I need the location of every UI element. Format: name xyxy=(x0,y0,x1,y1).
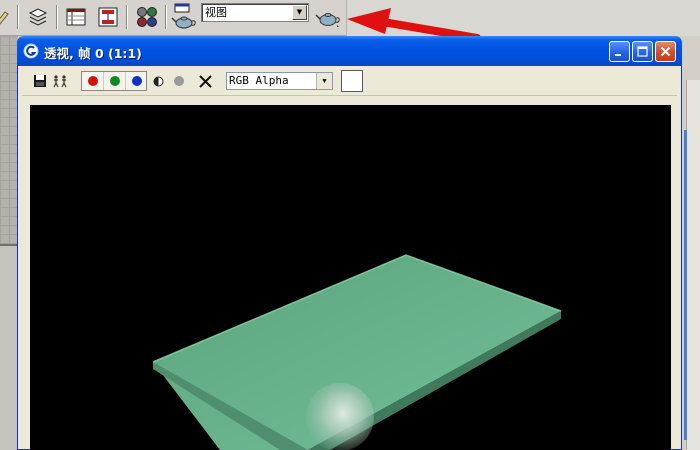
channel-display-dropdown[interactable]: RGB Alpha ▼ xyxy=(226,72,333,90)
alpha-channel-button[interactable] xyxy=(171,71,187,91)
clear-button[interactable] xyxy=(196,71,214,91)
schematic-view-icon xyxy=(98,7,118,27)
viewport-strip xyxy=(0,36,18,450)
close-button[interactable] xyxy=(655,41,676,62)
clone-window-button[interactable] xyxy=(50,71,70,91)
blue-dot-icon xyxy=(132,76,142,86)
toolbar-separator xyxy=(165,5,167,29)
green-dot-icon xyxy=(109,76,120,86)
toolbar-separator xyxy=(17,5,19,29)
glass-sphere xyxy=(306,383,374,450)
title-bar[interactable]: 透视, 帧 0 (1:1) xyxy=(17,36,682,66)
gray-dot-icon xyxy=(174,76,184,86)
pixel-color-swatch[interactable] xyxy=(341,70,363,92)
channel-display-value: RGB Alpha xyxy=(229,74,289,87)
render-type-value: 视图 xyxy=(205,6,227,19)
half-circle-icon xyxy=(153,76,163,86)
close-x-icon xyxy=(198,74,212,88)
minimize-button[interactable] xyxy=(609,41,630,62)
command-panel-rollout xyxy=(684,130,700,440)
blue-channel-button[interactable] xyxy=(126,72,148,90)
quick-render-button[interactable] xyxy=(314,4,342,30)
maximize-button[interactable] xyxy=(632,41,653,62)
viewport-grid xyxy=(0,36,18,244)
viewport-border xyxy=(0,244,18,246)
quick-render-teapot-icon xyxy=(315,13,340,27)
render-scene-icon xyxy=(171,3,196,29)
green-channel-button[interactable] xyxy=(104,72,126,90)
toolbar-separator xyxy=(126,5,128,29)
render-canvas xyxy=(30,105,671,450)
save-disk-icon xyxy=(34,75,46,87)
track-view-icon xyxy=(66,8,86,26)
red-dot-icon xyxy=(87,76,98,86)
window-title: 透视, 帧 0 (1:1) xyxy=(44,46,142,61)
track-view-button[interactable] xyxy=(62,4,90,30)
close-icon xyxy=(660,46,671,57)
toolbar-separator xyxy=(56,5,58,29)
chevron-down-icon[interactable]: ▼ xyxy=(316,73,332,89)
frame-buffer-toolbar: RGB Alpha ▼ xyxy=(22,66,677,96)
monochrome-button[interactable] xyxy=(150,71,166,91)
clone-figures-icon xyxy=(53,75,67,88)
material-editor-button[interactable] xyxy=(133,4,161,30)
max-app-icon xyxy=(23,43,39,59)
layer-manager-button[interactable] xyxy=(24,4,52,30)
layer-manager-icon xyxy=(28,8,48,26)
rendered-scene xyxy=(152,254,562,450)
schematic-view-button[interactable] xyxy=(94,4,122,30)
render-scene-button[interactable] xyxy=(170,3,198,30)
red-channel-button[interactable] xyxy=(82,72,104,90)
maximize-icon xyxy=(637,46,648,57)
pencil-icon[interactable] xyxy=(0,4,12,30)
render-frame-window: 透视, 帧 0 (1:1) RGB Alpha ▼ xyxy=(17,36,682,450)
minimize-icon xyxy=(615,54,621,56)
chevron-down-icon[interactable]: ▼ xyxy=(292,5,307,20)
material-editor-icon xyxy=(137,7,157,27)
save-image-button[interactable] xyxy=(30,71,50,91)
render-type-dropdown[interactable]: 视图 ▼ xyxy=(201,3,309,22)
channel-toggle-group xyxy=(81,71,147,91)
